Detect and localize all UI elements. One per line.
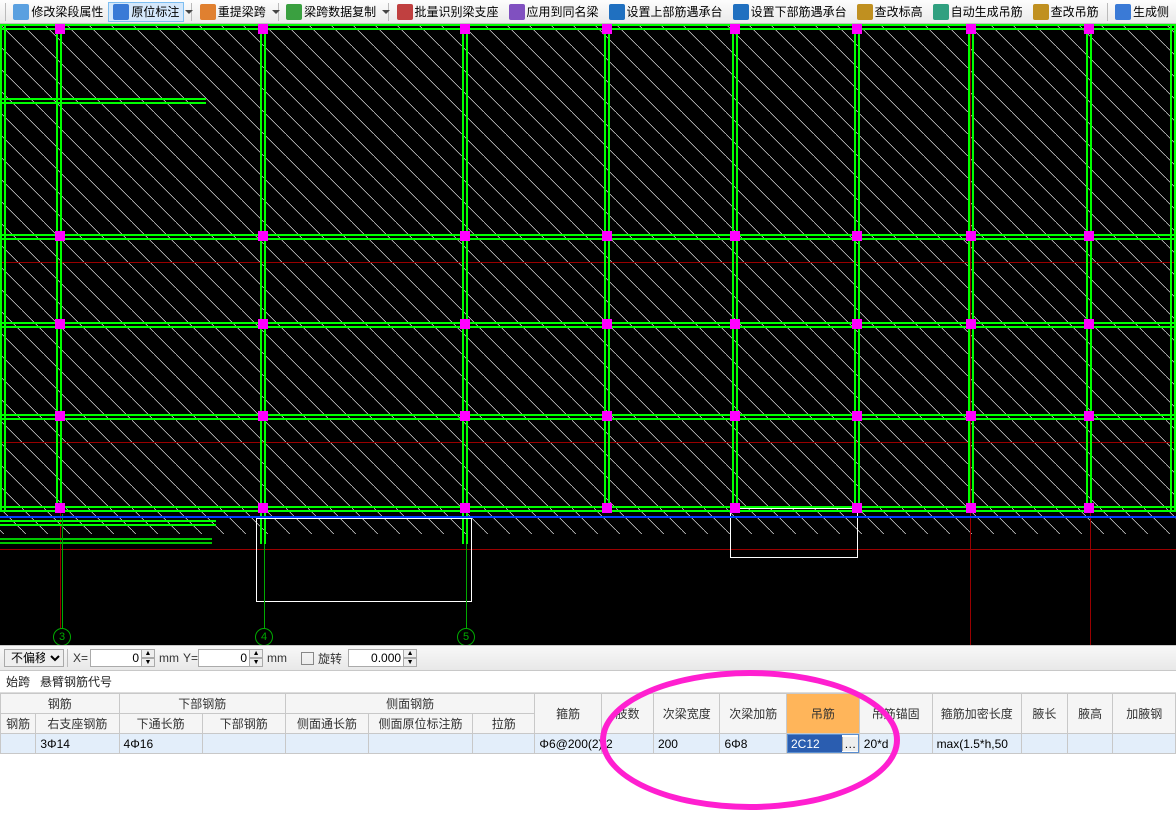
rotate-label: 旋转 <box>318 650 342 667</box>
offset-bar: 不偏移 X= ▲▼ mm Y= ▲▼ mm 旋转 ▲▼ <box>0 645 1176 671</box>
dropdown-icon[interactable] <box>272 8 275 16</box>
cell-c10[interactable]: 200 <box>653 734 720 754</box>
check-elevation-button[interactable]: 查改标高 <box>852 2 928 22</box>
rotate-checkbox[interactable] <box>301 652 314 665</box>
main-toolbar: 修改梁段属性 原位标注 重提梁跨 梁跨数据复制 批量识别梁支座 应用到同名梁 设… <box>0 0 1176 24</box>
cell-c4[interactable] <box>202 734 285 754</box>
copy-span-data-button[interactable]: 梁跨数据复制 <box>281 2 381 22</box>
col-hanger-anchor[interactable]: 吊筋锚固 <box>859 694 932 734</box>
x-down-button[interactable]: ▼ <box>141 658 155 667</box>
col-secbeam-width[interactable]: 次梁宽度 <box>653 694 720 734</box>
axis-bubble-3: 3 <box>53 628 71 645</box>
y-input[interactable] <box>198 649 250 667</box>
cell-c13[interactable]: 20*d <box>859 734 932 754</box>
dropdown-icon[interactable] <box>382 8 385 16</box>
ellipsis-button[interactable]: … <box>842 737 858 751</box>
col-side-inplace[interactable]: 侧面原位标注筋 <box>369 714 473 734</box>
y-spinner[interactable]: ▲▼ <box>198 649 263 667</box>
col-stirrup[interactable]: 箍筋 <box>535 694 602 734</box>
cell-c6[interactable] <box>369 734 473 754</box>
mm-label: mm <box>267 651 287 665</box>
col-secbeam-addbar[interactable]: 次梁加筋 <box>720 694 787 734</box>
table-row[interactable]: 3Φ14 4Φ16 Φ6@200(2) 2 200 6Φ8 2C12 … 20*… <box>1 734 1176 754</box>
cell-c1[interactable] <box>1 734 36 754</box>
col-group-rebar[interactable]: 钢筋 <box>1 694 120 714</box>
batch-identify-support-button[interactable]: 批量识别梁支座 <box>392 2 504 22</box>
y-label: Y= <box>183 651 198 665</box>
mm-label: mm <box>159 651 179 665</box>
col-group-bottom[interactable]: 下部钢筋 <box>119 694 285 714</box>
col-stirrup-dense-len[interactable]: 箍筋加密长度 <box>932 694 1021 734</box>
x-spinner[interactable]: ▲▼ <box>90 649 155 667</box>
cell-c8[interactable]: Φ6@200(2) <box>535 734 602 754</box>
col-hanger[interactable]: 吊筋 <box>787 694 860 734</box>
col-right-support[interactable]: 右支座钢筋 <box>36 714 119 734</box>
cell-c11[interactable]: 6Φ8 <box>720 734 787 754</box>
cell-c5[interactable] <box>285 734 368 754</box>
top-bar-cap-button[interactable]: 设置上部筋遇承台 <box>604 2 728 22</box>
col-side-through[interactable]: 侧面通长筋 <box>285 714 368 734</box>
cell-c7[interactable] <box>473 734 535 754</box>
col-rebar[interactable]: 钢筋 <box>1 714 36 734</box>
tab-cantilever-code[interactable]: 悬臂钢筋代号 <box>40 673 112 690</box>
col-tie[interactable]: 拉筋 <box>473 714 535 734</box>
repick-span-button[interactable]: 重提梁跨 <box>195 2 271 22</box>
panel-tabs: 始跨 悬臂钢筋代号 <box>0 671 1176 693</box>
axis-bubble-5: 5 <box>457 628 475 645</box>
cell-c9[interactable]: 2 <box>601 734 653 754</box>
col-haunch-bar[interactable]: 加腋钢 <box>1113 694 1176 734</box>
x-label: X= <box>73 651 88 665</box>
hanger-value[interactable]: 2C12 <box>788 735 842 752</box>
cell-c14[interactable]: max(1.5*h,50 <box>932 734 1021 754</box>
offset-mode-select[interactable]: 不偏移 <box>4 649 64 667</box>
x-up-button[interactable]: ▲ <box>141 649 155 658</box>
edit-beam-properties-button[interactable]: 修改梁段属性 <box>8 2 108 22</box>
rebar-grid: 钢筋 下部钢筋 侧面钢筋 箍筋 肢数 次梁宽度 次梁加筋 吊筋 吊筋锚固 箍筋加… <box>0 693 1176 754</box>
in-place-label-button[interactable]: 原位标注 <box>108 2 184 22</box>
y-up-button[interactable]: ▲ <box>249 649 263 658</box>
x-input[interactable] <box>90 649 142 667</box>
rotate-up-button[interactable]: ▲ <box>403 649 417 658</box>
bottom-bar-cap-button[interactable]: 设置下部筋遇承台 <box>728 2 852 22</box>
cell-c2[interactable]: 3Φ14 <box>36 734 119 754</box>
cell-hanger-edit[interactable]: 2C12 … <box>787 734 860 754</box>
dropdown-icon[interactable] <box>185 8 188 16</box>
cell-c3[interactable]: 4Φ16 <box>119 734 202 754</box>
col-haunch-len[interactable]: 腋长 <box>1021 694 1067 734</box>
cad-viewport[interactable]: 3 4 5 <box>0 24 1176 645</box>
rotate-down-button[interactable]: ▼ <box>403 658 417 667</box>
y-down-button[interactable]: ▼ <box>249 658 263 667</box>
axis-bubble-4: 4 <box>255 628 273 645</box>
apply-same-name-button[interactable]: 应用到同名梁 <box>504 2 604 22</box>
check-hanger-button[interactable]: 查改吊筋 <box>1028 2 1104 22</box>
col-bottom-bar[interactable]: 下部钢筋 <box>202 714 285 734</box>
rotate-spinner[interactable]: ▲▼ <box>348 649 417 667</box>
cell-c16[interactable] <box>1067 734 1113 754</box>
cell-c15[interactable] <box>1021 734 1067 754</box>
col-haunch-h[interactable]: 腋高 <box>1067 694 1113 734</box>
col-legs[interactable]: 肢数 <box>601 694 653 734</box>
col-bottom-through[interactable]: 下通长筋 <box>119 714 202 734</box>
cell-c17[interactable] <box>1113 734 1176 754</box>
rotate-input[interactable] <box>348 649 404 667</box>
auto-gen-hanger-button[interactable]: 自动生成吊筋 <box>928 2 1028 22</box>
generate-side-button[interactable]: 生成侧 <box>1110 2 1174 22</box>
tab-start-span[interactable]: 始跨 <box>6 673 30 690</box>
col-group-side[interactable]: 侧面钢筋 <box>285 694 535 714</box>
